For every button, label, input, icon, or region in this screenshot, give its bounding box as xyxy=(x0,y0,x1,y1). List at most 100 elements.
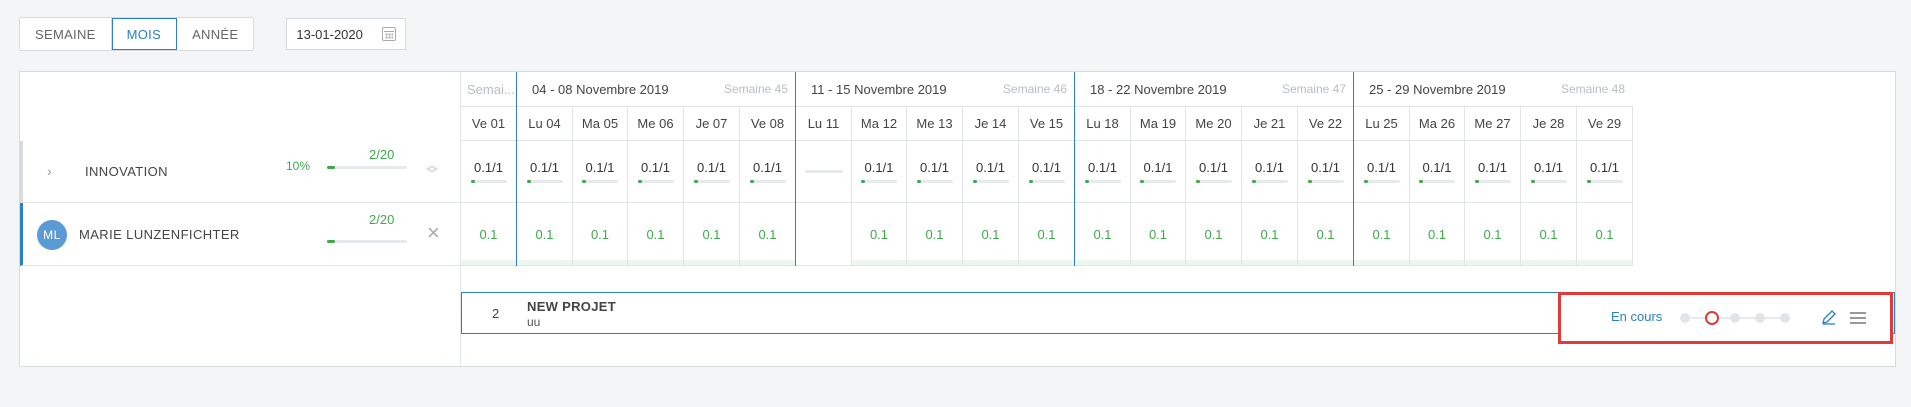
group-day-cell[interactable]: 0.1/1 xyxy=(1242,141,1298,203)
cell-value: 0.1/1 xyxy=(530,160,559,175)
person-day-cell[interactable]: 0.1 xyxy=(852,203,907,266)
day-header: Me 13 xyxy=(907,107,963,141)
person-day-cell[interactable]: 0.1 xyxy=(517,203,573,266)
chevron-right-icon[interactable]: › xyxy=(47,163,52,179)
person-day-cell[interactable]: 0.1 xyxy=(1075,203,1131,266)
group-day-cell[interactable]: 0.1/1 xyxy=(517,141,573,203)
person-day-cell[interactable]: 0.1 xyxy=(1577,203,1633,266)
group-day-cell[interactable]: 0.1/1 xyxy=(1131,141,1186,203)
group-day-cell[interactable]: 0.1/1 xyxy=(684,141,740,203)
person-row[interactable]: ML MARIE LUNZENFICHTER 2/20 × xyxy=(20,203,460,266)
calendar-icon[interactable] xyxy=(382,27,397,41)
month-view-button[interactable]: MOIS xyxy=(111,18,178,50)
group-day-cell[interactable]: 0.1/1 xyxy=(1019,141,1075,203)
status-step-dot[interactable] xyxy=(1705,311,1719,325)
group-day-cell[interactable]: 0.1/1 xyxy=(628,141,684,203)
cell-value: 0.1 xyxy=(590,226,610,242)
person-day-cell[interactable]: 0.1 xyxy=(1242,203,1298,266)
person-day-cell[interactable]: 0.1 xyxy=(461,203,517,266)
week-header: 25 - 29 Novembre 2019 Semaine 48 xyxy=(1354,72,1633,107)
status-label[interactable]: En cours xyxy=(1611,309,1662,324)
cell-value: 0.1 xyxy=(1595,226,1614,242)
day-header: Me 27 xyxy=(1465,107,1521,141)
cell-value: 0.1 xyxy=(646,226,665,242)
person-day-cell[interactable]: 0.1 xyxy=(628,203,684,266)
person-day-cell[interactable]: 0.1 xyxy=(1186,203,1242,266)
group-day-cell[interactable]: 0.1/1 xyxy=(740,141,796,203)
cell-value: 0.1 xyxy=(1093,226,1112,242)
week-label: 11 - 15 Novembre 2019 xyxy=(811,81,947,97)
cell-value: 0.1 xyxy=(869,226,889,242)
cell-progress-bar xyxy=(1363,180,1400,183)
cell-value: 0.1/1 xyxy=(1590,160,1619,175)
project-actions: En cours xyxy=(1558,292,1893,344)
group-row[interactable]: › INNOVATION 10% 2/20 ︿ ﹀ xyxy=(20,141,460,203)
group-day-cell[interactable] xyxy=(796,141,852,203)
status-stepper[interactable] xyxy=(1680,311,1790,325)
cell-value: 0.1/1 xyxy=(920,160,949,175)
person-progress-bar xyxy=(327,240,407,243)
menu-icon[interactable] xyxy=(1850,312,1866,324)
cell-value: 0.1 xyxy=(702,226,721,242)
group-day-cell[interactable]: 0.1/1 xyxy=(1577,141,1633,203)
week-separator xyxy=(516,72,517,266)
group-day-cell[interactable]: 0.1/1 xyxy=(1075,141,1131,203)
cell-value: 0.1 xyxy=(1539,226,1558,242)
cell-progress-bar xyxy=(470,180,507,183)
week-label: 04 - 08 Novembre 2019 xyxy=(532,81,669,97)
day-header: Ve 29 xyxy=(1577,107,1633,141)
person-day-cell[interactable]: 0.1 xyxy=(1465,203,1521,266)
group-day-cell[interactable]: 0.1/1 xyxy=(1465,141,1521,203)
person-day-cell[interactable]: 0.1 xyxy=(1298,203,1354,266)
cell-value: 0.1/1 xyxy=(753,160,782,175)
cell-progress-bar xyxy=(1586,180,1623,183)
day-header: Je 14 xyxy=(963,107,1019,141)
person-day-cell[interactable]: 0.1 xyxy=(963,203,1019,266)
cell-value: 0.1/1 xyxy=(1088,160,1117,175)
status-step-dot[interactable] xyxy=(1780,313,1790,323)
cell-progress-bar xyxy=(1084,180,1121,183)
group-day-cell[interactable]: 0.1/1 xyxy=(1410,141,1465,203)
avatar: ML xyxy=(37,220,67,250)
view-switch: SEMAINE MOIS ANNÉE xyxy=(19,17,255,51)
person-day-cell[interactable] xyxy=(796,203,852,266)
week-header: Semai... xyxy=(461,72,517,107)
date-picker[interactable]: 13-01-2020 xyxy=(286,18,407,50)
cell-progress-bar xyxy=(861,180,897,183)
cell-value: 0.1 xyxy=(1260,226,1279,242)
person-day-cell[interactable]: 0.1 xyxy=(740,203,796,266)
person-day-cell[interactable]: 0.1 xyxy=(1410,203,1465,266)
person-day-cell[interactable]: 0.1 xyxy=(573,203,628,266)
cell-value: 0.1 xyxy=(981,226,1000,242)
group-day-cell[interactable]: 0.1/1 xyxy=(1298,141,1354,203)
cell-value: 0.1/1 xyxy=(1422,160,1452,175)
cell-value: 0.1 xyxy=(1037,226,1056,242)
cell-progress-bar xyxy=(637,180,674,183)
week-view-button[interactable]: SEMAINE xyxy=(20,18,112,50)
group-day-cell[interactable]: 0.1/1 xyxy=(573,141,628,203)
year-view-button[interactable]: ANNÉE xyxy=(177,18,254,50)
day-header: Ve 15 xyxy=(1019,107,1075,141)
group-day-cell[interactable]: 0.1/1 xyxy=(1186,141,1242,203)
sort-icon[interactable]: ︿ ﹀ xyxy=(426,162,438,181)
person-day-cell[interactable]: 0.1 xyxy=(907,203,963,266)
status-step-dot[interactable] xyxy=(1680,313,1690,323)
group-day-cell[interactable]: 0.1/1 xyxy=(461,141,517,203)
person-day-cell[interactable]: 0.1 xyxy=(1131,203,1186,266)
edit-icon[interactable] xyxy=(1821,309,1837,325)
group-day-cell[interactable]: 0.1/1 xyxy=(907,141,963,203)
group-day-cell[interactable]: 0.1/1 xyxy=(852,141,907,203)
cell-progress-bar xyxy=(582,180,618,183)
status-step-dot[interactable] xyxy=(1730,313,1740,323)
group-day-cell[interactable]: 0.1/1 xyxy=(1521,141,1577,203)
week-header: 11 - 15 Novembre 2019 Semaine 46 xyxy=(796,72,1075,107)
group-day-cell[interactable]: 0.1/1 xyxy=(963,141,1019,203)
person-day-cell[interactable]: 0.1 xyxy=(1354,203,1410,266)
close-icon[interactable]: × xyxy=(427,222,440,244)
group-day-cell[interactable]: 0.1/1 xyxy=(1354,141,1410,203)
person-day-cell[interactable]: 0.1 xyxy=(684,203,740,266)
person-day-cell[interactable]: 0.1 xyxy=(1521,203,1577,266)
cell-value: 0.1 xyxy=(1148,226,1168,242)
status-step-dot[interactable] xyxy=(1755,313,1765,323)
person-day-cell[interactable]: 0.1 xyxy=(1019,203,1075,266)
